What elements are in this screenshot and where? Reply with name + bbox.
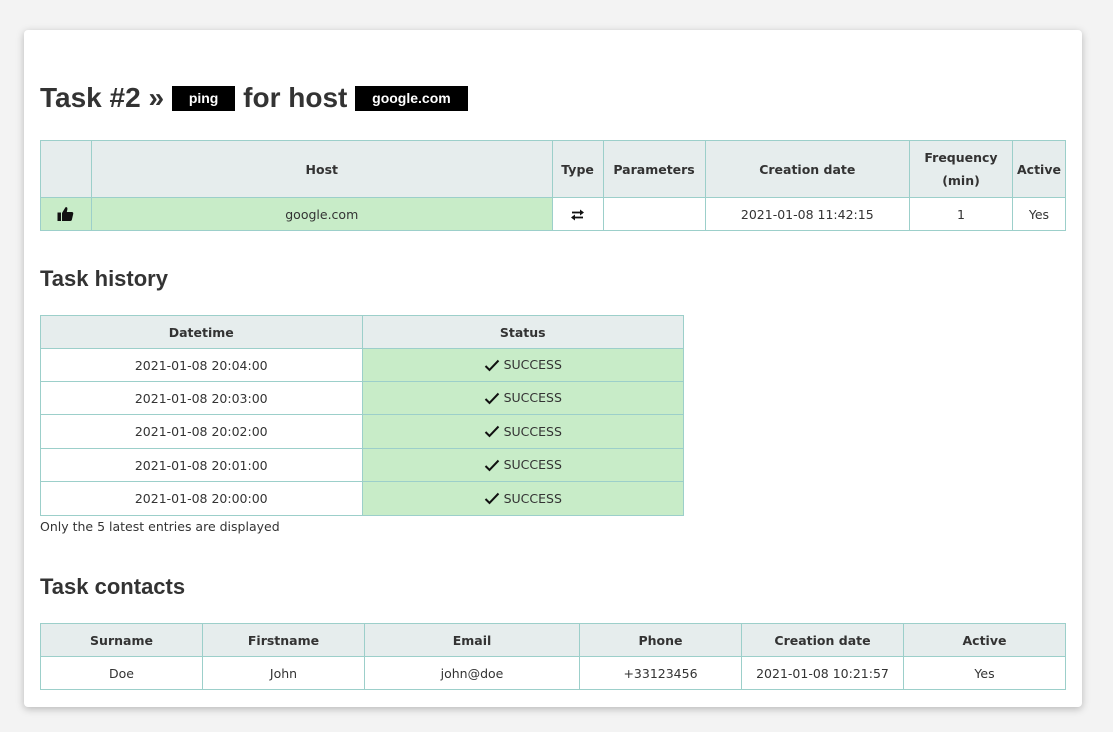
col-header-parameters: Parameters <box>602 140 706 198</box>
datetime-cell: 2021-01-08 20:02:00 <box>40 414 363 449</box>
col-header-active: Active <box>903 623 1066 657</box>
firstname-cell: John <box>202 656 365 690</box>
active-cell: Yes <box>903 656 1066 690</box>
page-title: Task #2 » ping for host google.com <box>40 82 468 114</box>
creation-date-cell: 2021-01-08 10:21:57 <box>741 656 904 690</box>
task-history-heading: Task history <box>40 266 168 291</box>
col-header-host: Host <box>90 140 553 198</box>
col-header-status <box>40 140 92 198</box>
table-row: 2021-01-08 20:04:00 SUCCESS <box>40 348 684 382</box>
col-header-active: Active <box>1011 140 1067 198</box>
table-row: 2021-01-08 20:00:00 SUCCESS <box>40 481 684 516</box>
host-badge: google.com <box>355 86 468 111</box>
task-table: Host Type Parameters Creation date Frequ… <box>40 140 1067 231</box>
status-text: SUCCESS <box>503 423 562 439</box>
check-icon <box>484 424 500 439</box>
datetime-cell: 2021-01-08 20:01:00 <box>40 448 363 482</box>
email-cell: john@doe <box>364 656 580 690</box>
col-header-phone: Phone <box>579 623 742 657</box>
creation-date-cell: 2021-01-08 11:42:15 <box>704 197 911 231</box>
status-cell: SUCCESS <box>361 381 684 415</box>
status-text: SUCCESS <box>503 390 562 406</box>
table-row: 2021-01-08 20:03:00 SUCCESS <box>40 381 684 415</box>
status-cell: SUCCESS <box>361 348 684 382</box>
table-row: 2021-01-08 20:02:00 SUCCESS <box>40 414 684 449</box>
col-header-type: Type <box>551 140 604 198</box>
type-cell <box>551 197 604 231</box>
exchange-arrows-icon <box>569 206 586 221</box>
datetime-cell: 2021-01-08 20:00:00 <box>40 481 363 516</box>
surname-cell: Doe <box>40 656 203 690</box>
parameters-cell <box>602 197 706 231</box>
history-header-row: Datetime Status <box>40 315 684 349</box>
status-cell: SUCCESS <box>361 448 684 482</box>
task-table-header-row: Host Type Parameters Creation date Frequ… <box>40 140 1067 198</box>
status-text: SUCCESS <box>503 490 562 506</box>
datetime-cell: 2021-01-08 20:04:00 <box>40 348 363 382</box>
status-cell: SUCCESS <box>361 481 684 516</box>
thumbs-up-icon <box>57 206 74 222</box>
check-icon <box>484 390 500 405</box>
table-row: google.com 2021-01-08 11:42:15 1 Yes <box>40 197 1067 231</box>
status-cell: SUCCESS <box>361 414 684 449</box>
col-header-email: Email <box>364 623 580 657</box>
task-card: Task #2 » ping for host google.com Host … <box>24 30 1082 707</box>
task-contacts-heading: Task contacts <box>40 574 186 599</box>
status-cell <box>40 197 92 231</box>
title-middle: for host <box>243 82 348 113</box>
col-header-surname: Surname <box>40 623 203 657</box>
host-cell: google.com <box>90 197 553 231</box>
table-row: 2021-01-08 20:01:00 SUCCESS <box>40 448 684 482</box>
frequency-cell: 1 <box>909 197 1013 231</box>
col-header-creation-date: Creation date <box>741 623 904 657</box>
contacts-table: Surname Firstname Email Phone Creation d… <box>40 623 1066 690</box>
datetime-cell: 2021-01-08 20:03:00 <box>40 381 363 415</box>
contacts-header-row: Surname Firstname Email Phone Creation d… <box>40 623 1066 657</box>
col-header-creation-date: Creation date <box>704 140 911 198</box>
active-cell: Yes <box>1011 197 1067 231</box>
col-header-datetime: Datetime <box>40 315 363 349</box>
table-row: Doe John john@doe +33123456 2021-01-08 1… <box>40 656 1066 690</box>
col-header-status: Status <box>361 315 684 349</box>
title-prefix: Task #2 » <box>40 82 165 113</box>
task-type-badge: ping <box>171 86 236 111</box>
check-icon <box>484 457 500 472</box>
history-table: Datetime Status 2021-01-08 20:04:00 SUCC… <box>40 315 684 516</box>
status-text: SUCCESS <box>503 357 562 373</box>
check-icon <box>484 357 500 372</box>
phone-cell: +33123456 <box>579 656 742 690</box>
history-note: Only the 5 latest entries are displayed <box>40 519 280 534</box>
col-header-firstname: Firstname <box>202 623 365 657</box>
check-icon <box>484 491 500 506</box>
col-header-frequency: Frequency (min) <box>909 140 1013 198</box>
status-text: SUCCESS <box>503 457 562 473</box>
